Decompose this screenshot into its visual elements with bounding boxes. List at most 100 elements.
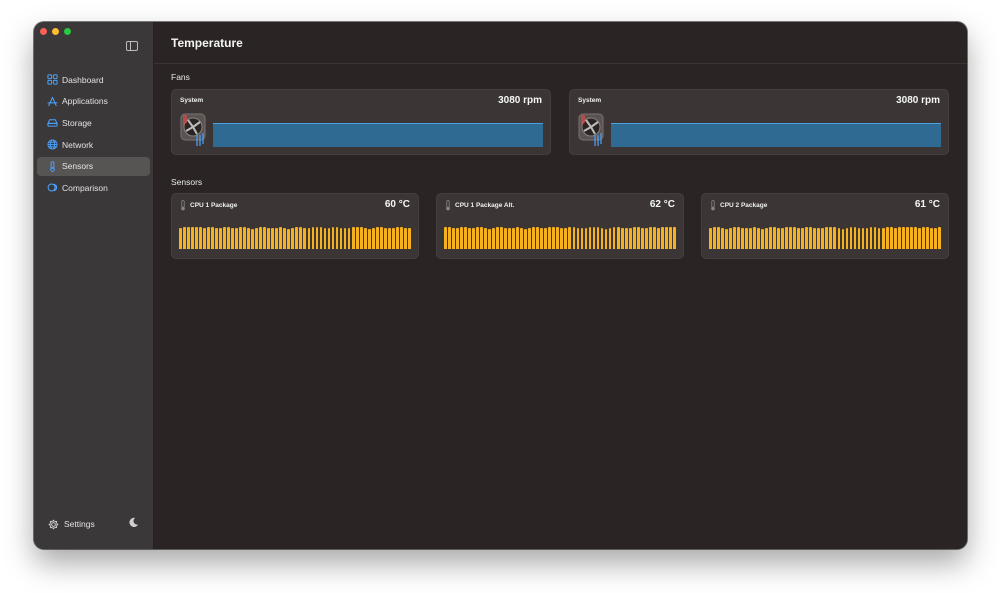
history-bar	[375, 227, 379, 249]
sidebar-item-dashboard[interactable]: Dashboard	[37, 70, 150, 89]
fan-speed: 3080 rpm	[896, 95, 940, 106]
history-bar	[512, 227, 516, 249]
history-bar	[672, 226, 676, 249]
history-bar	[897, 227, 901, 249]
sensor-name: CPU 1 Package	[190, 202, 238, 209]
history-bar	[905, 227, 909, 249]
history-bar	[399, 227, 403, 249]
history-bar	[323, 227, 327, 249]
history-bar	[311, 227, 315, 249]
history-bar	[656, 227, 660, 249]
history-bar	[893, 227, 897, 249]
history-bar	[259, 227, 263, 249]
history-bar	[472, 227, 475, 249]
history-bar	[873, 227, 877, 249]
history-bar	[781, 228, 785, 249]
history-bar	[741, 227, 744, 249]
history-bar	[528, 227, 532, 249]
history-bar	[371, 228, 375, 249]
sidebar-item-storage[interactable]: Storage	[37, 113, 150, 132]
sidebar-toggle-icon[interactable]	[126, 41, 138, 51]
history-bar	[737, 227, 740, 249]
fan-name: System	[578, 97, 602, 104]
history-bar	[247, 227, 251, 249]
sensor-history-chart	[709, 225, 941, 249]
history-bar	[287, 228, 291, 249]
history-bar	[713, 227, 716, 249]
history-bar	[488, 228, 491, 249]
app-store-icon	[46, 95, 58, 107]
zoom-window-button[interactable]	[64, 28, 71, 35]
history-bar	[644, 227, 648, 249]
history-bar	[179, 227, 182, 249]
history-bar	[504, 227, 508, 249]
history-bar	[628, 227, 632, 249]
fan-icon	[180, 113, 206, 146]
page-title: Temperature	[171, 35, 243, 50]
history-bar	[584, 227, 588, 249]
sensor-card: CPU 1 Package Alt. 62 °C	[436, 193, 684, 259]
fan-speed-bar	[213, 123, 543, 147]
history-bar	[387, 228, 391, 249]
history-bar	[355, 226, 359, 249]
history-bar	[841, 228, 845, 249]
window-controls	[40, 28, 71, 35]
history-bar	[817, 228, 821, 249]
history-bar	[853, 227, 857, 249]
history-bar	[933, 228, 937, 249]
history-bar	[857, 227, 861, 249]
globe-icon	[46, 139, 58, 151]
history-bar	[925, 226, 929, 249]
thermometer-icon	[46, 160, 58, 172]
history-bar	[608, 228, 612, 249]
history-bar	[660, 227, 664, 249]
history-bar	[456, 228, 459, 249]
history-bar	[616, 227, 620, 249]
history-bar	[917, 227, 921, 249]
moon-icon[interactable]	[128, 515, 139, 533]
history-bar	[793, 227, 797, 249]
history-bar	[476, 227, 479, 249]
history-bar	[464, 227, 467, 249]
history-bar	[837, 227, 841, 249]
history-bar	[636, 227, 640, 249]
minimize-window-button[interactable]	[52, 28, 59, 35]
history-bar	[829, 226, 833, 249]
history-bar	[821, 227, 825, 249]
history-bar	[215, 227, 218, 249]
history-bar	[295, 227, 299, 249]
history-bar	[500, 227, 504, 249]
history-bar	[207, 227, 210, 249]
history-bar	[721, 227, 724, 249]
history-bar	[468, 228, 471, 249]
history-bar	[576, 227, 580, 249]
sidebar-item-network[interactable]: Network	[37, 135, 150, 154]
sidebar-item-applications[interactable]: Applications	[37, 92, 150, 111]
history-bar	[267, 227, 271, 249]
history-bar	[548, 227, 552, 249]
settings-button[interactable]: Settings	[48, 519, 95, 530]
sidebar-nav: Dashboard Applications Storage Network S…	[37, 70, 150, 200]
history-bar	[761, 228, 765, 249]
sidebar-item-comparison[interactable]: Comparison	[37, 178, 150, 197]
sensor-card: CPU 1 Package 60 °C	[171, 193, 419, 259]
sidebar-item-sensors[interactable]: Sensors	[37, 156, 150, 176]
sidebar-item-label: Comparison	[62, 182, 108, 193]
main-content: Temperature Fans System 3080 rpm System …	[154, 22, 967, 549]
history-bar	[187, 226, 190, 249]
fan-icon	[578, 113, 604, 146]
history-bar	[648, 227, 652, 249]
history-bar	[235, 227, 239, 249]
sidebar-item-label: Dashboard	[62, 74, 104, 85]
history-bar	[745, 228, 748, 249]
history-bar	[929, 227, 933, 249]
history-bar	[251, 228, 255, 249]
history-bar	[307, 228, 311, 249]
fan-name: System	[180, 97, 204, 104]
history-bar	[492, 228, 496, 249]
history-bar	[568, 227, 572, 249]
history-bar	[620, 227, 624, 249]
close-window-button[interactable]	[40, 28, 47, 35]
history-bar	[885, 227, 889, 249]
history-bar	[191, 227, 194, 249]
